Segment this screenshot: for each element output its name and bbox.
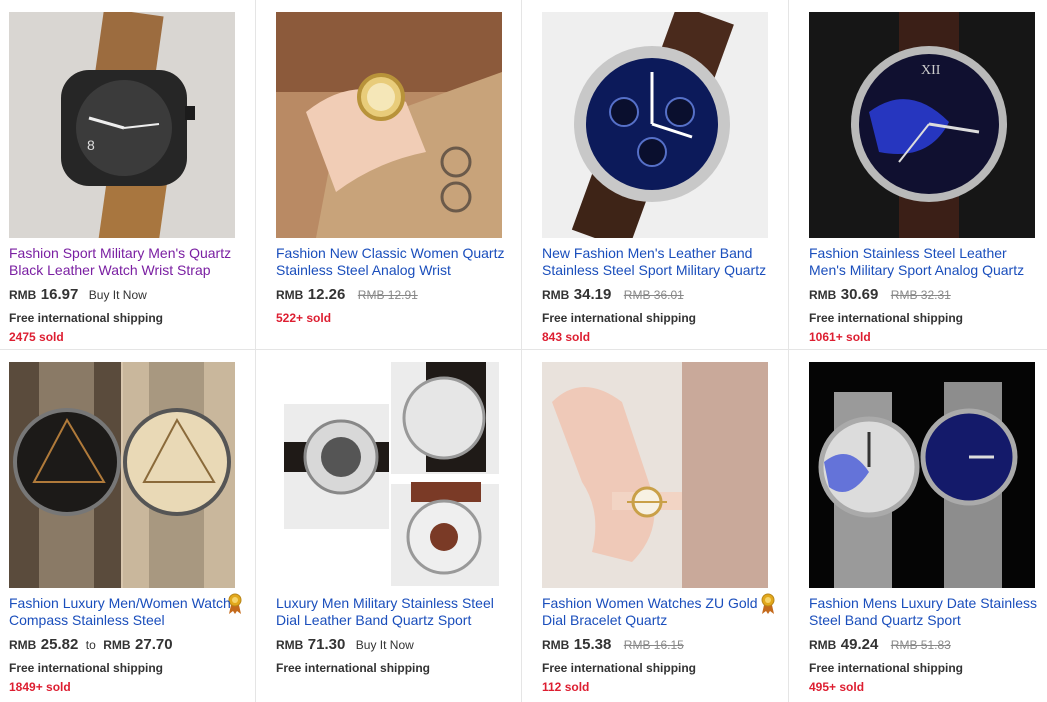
shipping-info: Free international shipping [276, 661, 431, 675]
price: 25.82 [40, 636, 79, 653]
price-row: RMB 15.38 RMB 16.15 [542, 636, 684, 656]
currency: RMB [542, 288, 570, 302]
shipping-info: Free international shipping [9, 311, 164, 325]
product-image: 8 [9, 12, 235, 238]
listing-title-link[interactable]: Luxury Men Military Stainless Steel Dial… [276, 595, 514, 631]
currency: RMB [809, 638, 837, 652]
listing-title-link[interactable]: Fashion Sport Military Men's Quartz Blac… [9, 245, 247, 281]
watch-photo-military-white[interactable] [276, 362, 502, 588]
listing-card[interactable]: XII Fashion Stainless Steel Leather Men'… [789, 0, 1047, 350]
watch-photo-blue-chrono[interactable] [542, 12, 768, 238]
shipping-info: Free international shipping [809, 661, 964, 675]
product-image [276, 12, 502, 238]
original-price: RMB 32.31 [890, 288, 951, 302]
price: 34.19 [573, 286, 612, 303]
currency: RMB [276, 638, 304, 652]
watch-photo-gold-bracelet[interactable] [542, 362, 768, 588]
sold-count: 495+ sold [809, 680, 865, 694]
listing-title-link[interactable]: Fashion New Classic Women Quartz Stainle… [276, 245, 514, 281]
sold-count: 843 sold [542, 330, 591, 344]
sold-count: 1849+ sold [9, 680, 71, 694]
currency: RMB [9, 288, 37, 302]
listing-card[interactable]: Fashion Luxury Men/Women Watch Compass S… [0, 350, 256, 702]
currency: RMB [809, 288, 837, 302]
watch-photo-compass-pair[interactable] [9, 362, 235, 588]
currency: RMB [9, 638, 37, 652]
sold-count: 1061+ sold [809, 330, 871, 344]
price-row: RMB 12.26 RMB 12.91 [276, 286, 418, 306]
price: 30.69 [840, 286, 879, 303]
currency: RMB [542, 638, 570, 652]
listing-card[interactable]: Luxury Men Military Stainless Steel Dial… [256, 350, 522, 702]
product-image [276, 362, 502, 588]
shipping-info: Free international shipping [542, 661, 697, 675]
listing-title-link[interactable]: Fashion Mens Luxury Date Stainless Steel… [809, 595, 1047, 631]
currency: RMB [103, 638, 131, 652]
price: 15.38 [573, 636, 612, 653]
price: 49.24 [840, 636, 879, 653]
product-image: XII [809, 12, 1035, 238]
price-row: RMB 34.19 RMB 36.01 [542, 286, 684, 306]
listing-title-link[interactable]: Fashion Luxury Men/Women Watch Compass S… [9, 595, 247, 631]
svg-text:8: 8 [87, 137, 95, 153]
price-row: RMB 25.82 to RMB 27.70 [9, 636, 173, 656]
price-row: RMB 71.30 Buy It Now [276, 636, 414, 656]
price: 71.30 [307, 636, 346, 653]
price-row: RMB 30.69 RMB 32.31 [809, 286, 951, 306]
sold-count: 2475 sold [9, 330, 64, 344]
product-image [542, 12, 768, 238]
product-image [9, 362, 235, 588]
listing-card[interactable]: New Fashion Men's Leather Band Stainless… [522, 0, 789, 350]
product-image [542, 362, 768, 588]
product-image [809, 362, 1035, 588]
price-row: RMB 16.97 Buy It Now [9, 286, 147, 306]
listing-title-link[interactable]: Fashion Women Watches ZU Gold Dial Brace… [542, 595, 780, 631]
listing-title-link[interactable]: New Fashion Men's Leather Band Stainless… [542, 245, 780, 281]
sold-count: 112 sold [542, 680, 590, 694]
price-range-separator: to [85, 638, 96, 652]
price-max: 27.70 [135, 636, 173, 653]
currency: RMB [276, 288, 304, 302]
original-price: RMB 51.83 [890, 638, 951, 652]
original-price: RMB 16.15 [623, 638, 684, 652]
svg-text:XII: XII [921, 63, 941, 78]
listing-grid: 8 Fashion Sport Military Men's Quartz Bl… [0, 0, 1047, 702]
listing-card[interactable]: Fashion Mens Luxury Date Stainless Steel… [789, 350, 1047, 702]
shipping-info: Free international shipping [542, 311, 697, 325]
listing-title-link[interactable]: Fashion Stainless Steel Leather Men's Mi… [809, 245, 1047, 281]
price: 16.97 [40, 286, 79, 303]
price: 12.26 [307, 286, 346, 303]
watch-photo-blue-roman[interactable]: XII [809, 12, 1035, 238]
original-price: RMB 12.91 [357, 288, 418, 302]
original-price: RMB 36.01 [623, 288, 684, 302]
buy-it-now-label: Buy It Now [355, 638, 414, 652]
shipping-info: Free international shipping [9, 661, 164, 675]
listing-card[interactable]: Fashion New Classic Women Quartz Stainle… [256, 0, 522, 350]
watch-photo-gold-women[interactable] [276, 12, 502, 238]
watch-photo-brown-strap[interactable]: 8 [9, 12, 235, 238]
sold-count: 522+ sold [276, 311, 332, 325]
buy-it-now-label: Buy It Now [88, 288, 147, 302]
watch-photo-steel-pair[interactable] [809, 362, 1035, 588]
price-row: RMB 49.24 RMB 51.83 [809, 636, 951, 656]
listing-card[interactable]: 8 Fashion Sport Military Men's Quartz Bl… [0, 0, 256, 350]
listing-card[interactable]: Fashion Women Watches ZU Gold Dial Brace… [522, 350, 789, 702]
shipping-info: Free international shipping [809, 311, 964, 325]
